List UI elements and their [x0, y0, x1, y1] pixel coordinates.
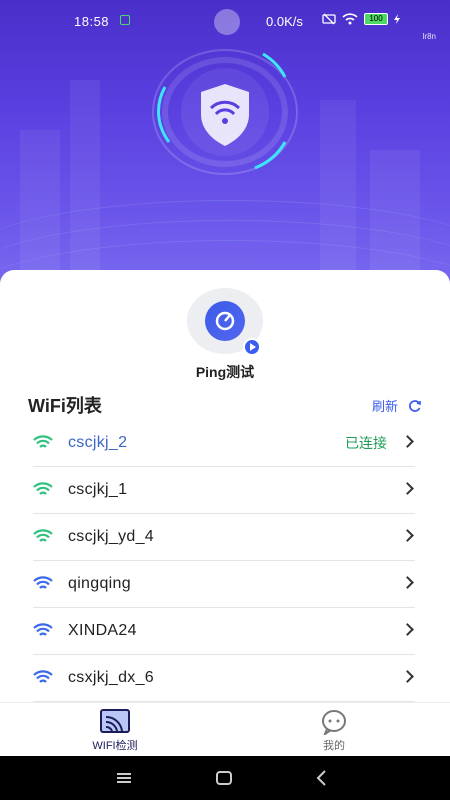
refresh-label: 刷新 — [371, 399, 398, 414]
wifi-row[interactable]: cscjkj_yd_4 — [33, 514, 415, 561]
back-icon[interactable] — [312, 768, 332, 788]
ping-test-button[interactable] — [187, 288, 263, 356]
status-time: 18:58 — [74, 14, 110, 29]
wifi-signal-icon — [33, 670, 53, 683]
battery-icon: 100 — [364, 13, 388, 25]
mute-icon — [322, 13, 336, 25]
wifi-signal-icon — [33, 482, 53, 495]
wifi-name: csxjkj_dx_6 — [68, 669, 155, 686]
wifi-name: cscjkj_yd_4 — [68, 528, 155, 545]
wifi-list: cscjkj_2 已连接 cscjkj_1 cscjkj_yd_4 qingqing XI… — [33, 420, 415, 702]
ping-test-section: Ping测试 — [0, 288, 450, 382]
wifi-list-title: WiFi列表 — [28, 396, 102, 416]
wifi-signal-icon — [33, 529, 53, 542]
chevron-right-icon — [401, 576, 414, 589]
wifi-cast-icon — [100, 709, 130, 735]
ping-test-label: Ping测试 — [195, 364, 255, 380]
chevron-right-icon — [401, 435, 414, 448]
refresh-icon — [409, 399, 421, 412]
wifi-name: qingqing — [68, 575, 131, 592]
tab-label: WIFI检测 — [92, 740, 138, 752]
wifi-row[interactable]: XINDA24 — [33, 608, 415, 655]
wifi-name: cscjkj_2 — [68, 434, 128, 451]
status-bar: 18:58 0.0K/s 100 lr8n — [0, 0, 450, 41]
home-icon[interactable] — [214, 768, 234, 788]
sim-icon — [120, 15, 130, 25]
chevron-right-icon — [401, 623, 414, 636]
tab-wifi-check[interactable]: WIFI检测 — [55, 709, 175, 753]
wifi-row[interactable]: csxjkj_dx_6 — [33, 655, 415, 702]
system-nav-bar — [0, 756, 450, 800]
wifi-row[interactable]: cscjkj_1 — [33, 467, 415, 514]
menu-icon[interactable] — [114, 768, 134, 788]
wifi-list-header: WiFi列表 刷新 — [28, 392, 422, 416]
hero-banner — [0, 0, 450, 300]
content-sheet: Ping测试 WiFi列表 刷新 cscjkj_2 已连接 cscjkj_1 cscj… — [0, 270, 450, 756]
net-speed: 0.0K/s — [266, 14, 303, 29]
wifi-shield-emblem — [145, 42, 305, 182]
status-icons: 100 — [322, 13, 400, 25]
refresh-button[interactable]: 刷新 — [372, 396, 422, 415]
camera-cutout — [214, 9, 240, 35]
wifi-name: XINDA24 — [68, 622, 137, 639]
tab-label: 我的 — [323, 740, 345, 752]
tab-mine[interactable]: 我的 — [274, 709, 394, 753]
chevron-right-icon — [401, 482, 414, 495]
chat-face-icon — [319, 709, 349, 737]
speedometer-icon — [205, 301, 245, 341]
wifi-status-icon — [342, 13, 358, 25]
wifi-row[interactable]: cscjkj_2 已连接 — [33, 420, 415, 467]
wifi-signal-icon — [33, 435, 53, 448]
wifi-signal-icon — [33, 576, 53, 589]
bottom-tab-bar: WIFI检测 我的 — [0, 702, 450, 756]
connection-status: 已连接 — [345, 435, 387, 451]
chevron-right-icon — [401, 529, 414, 542]
wifi-signal-icon — [33, 623, 53, 636]
play-icon — [243, 338, 261, 356]
wifi-name: cscjkj_1 — [68, 481, 128, 498]
charging-icon — [394, 14, 400, 24]
chevron-right-icon — [401, 670, 414, 683]
wifi-row[interactable]: qingqing — [33, 561, 415, 608]
carrier-label: lr8n — [422, 32, 436, 41]
